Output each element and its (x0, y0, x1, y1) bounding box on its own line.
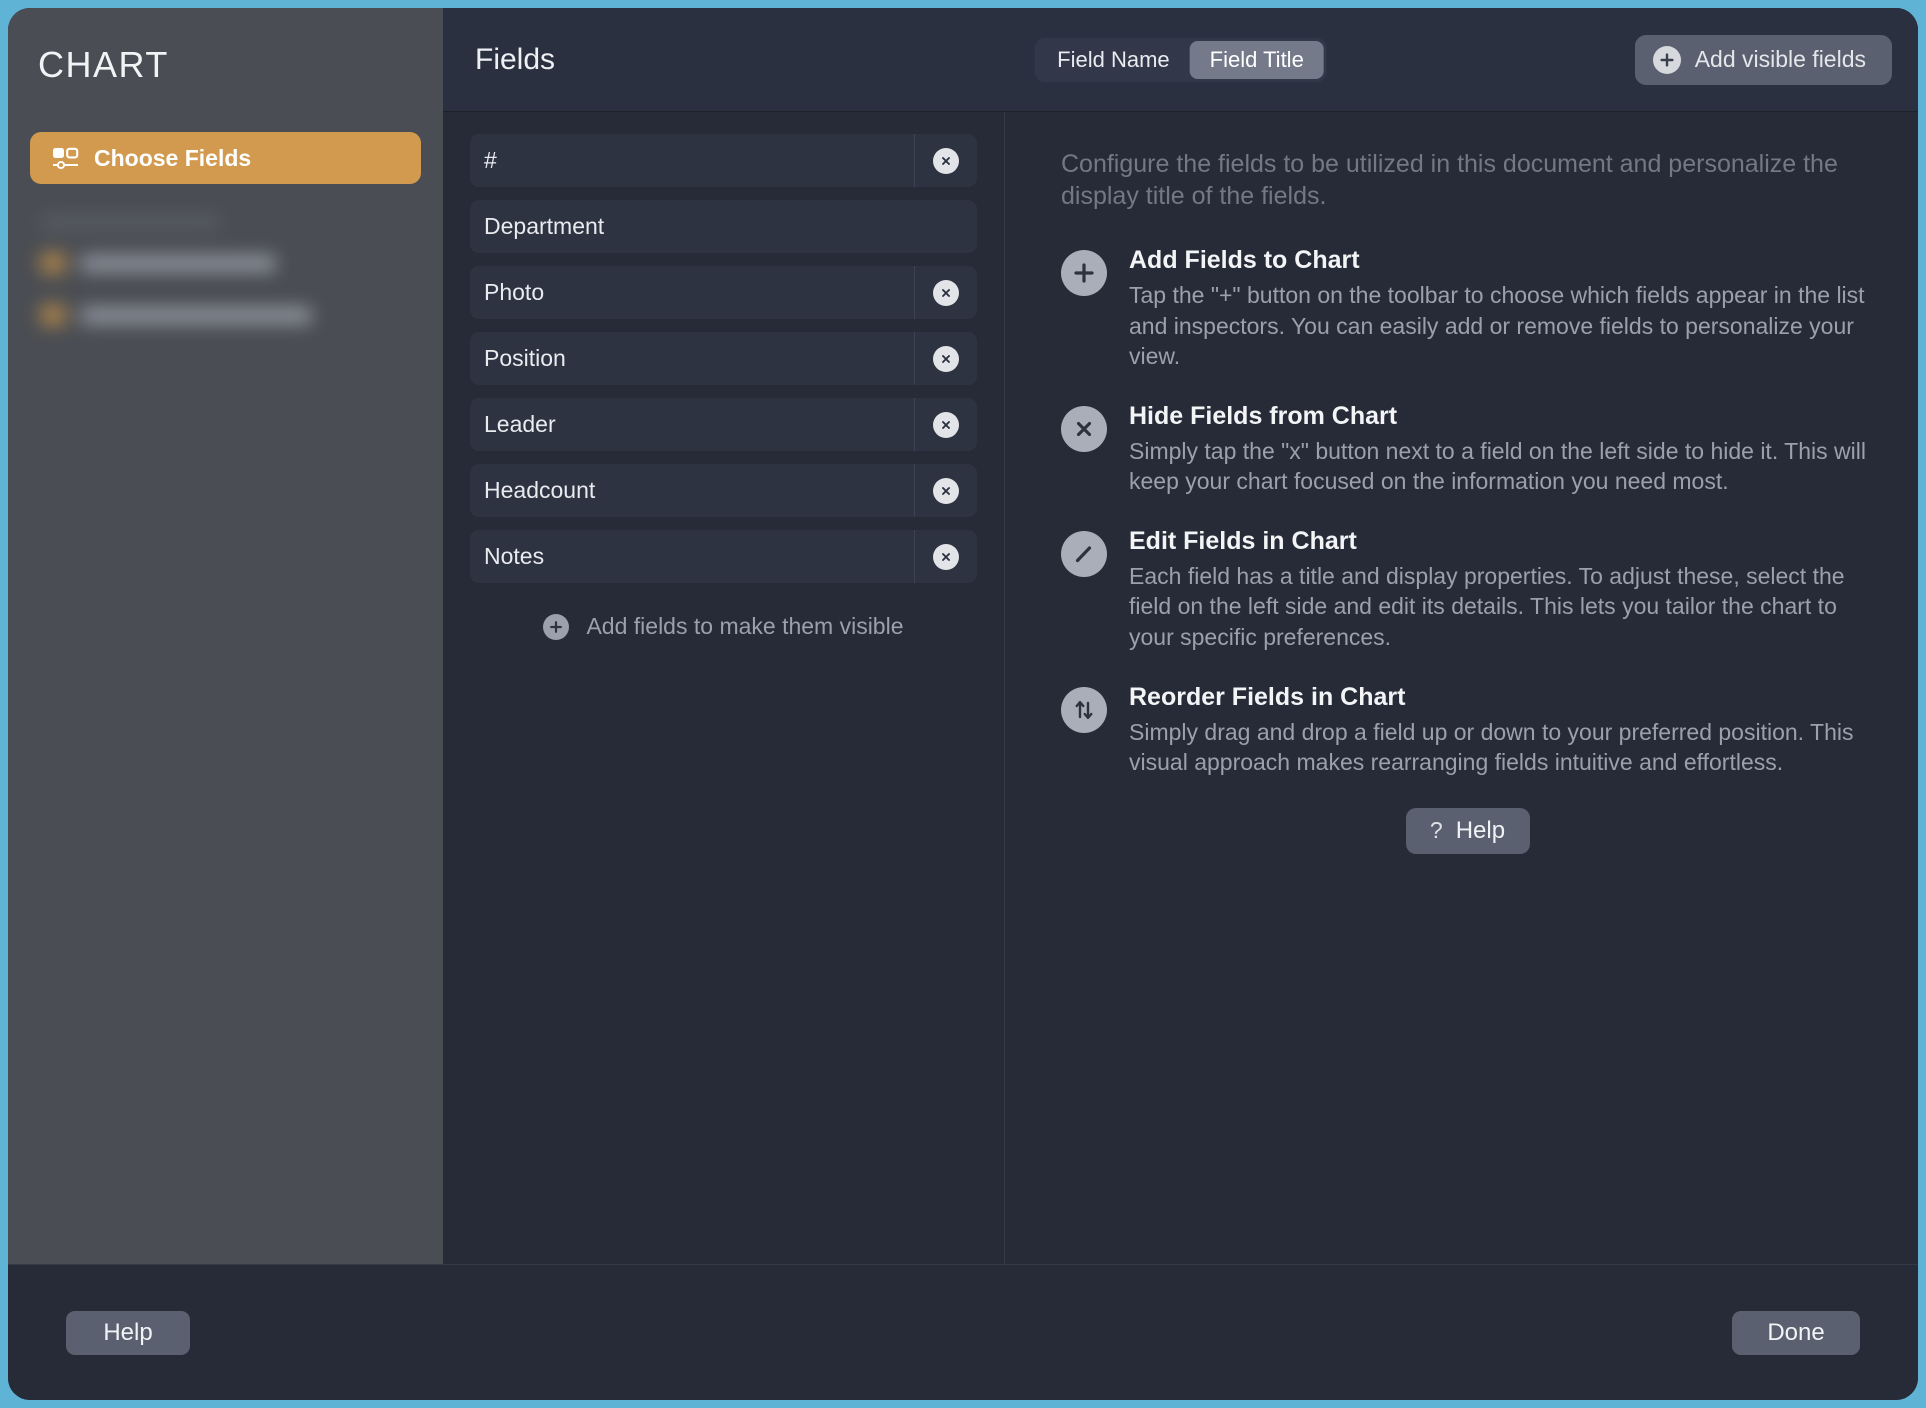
close-x-icon (933, 279, 959, 306)
info-item-description: Each field has a title and display prope… (1129, 562, 1845, 651)
field-row[interactable]: Headcount (470, 464, 977, 517)
info-item-edit-fields: Edit Fields in Chart Each field has a ti… (1061, 527, 1874, 653)
sidebar-app-title: CHART (38, 44, 169, 85)
circle-plus-icon (1652, 45, 1681, 74)
field-row-title: Department (484, 213, 605, 239)
info-item-description: Simply tap the "x" button next to a fiel… (1129, 437, 1866, 495)
panel-header: Fields Field Name Field Title Add visibl… (443, 8, 1918, 112)
panel-content: # Department Photo Position Leader Headc… (443, 112, 1918, 1264)
dialog-body: CHART Choose Fields Fields Field Name Fi… (8, 8, 1918, 1264)
help-button-label: Help (1455, 816, 1506, 844)
hide-field-button[interactable] (914, 266, 977, 319)
hide-field-button[interactable] (914, 332, 977, 385)
add-visible-fields-label: Add visible fields (1694, 46, 1866, 72)
fields-list-panel: # Department Photo Position Leader Headc… (443, 112, 1005, 1264)
tab-field-name[interactable]: Field Name (1037, 41, 1189, 79)
field-row[interactable]: Photo (470, 266, 977, 319)
page-title: Fields (475, 42, 556, 76)
circle-plus-icon (543, 613, 570, 640)
field-row-title: Position (484, 345, 566, 371)
close-x-icon (933, 345, 959, 372)
hide-field-button[interactable] (914, 134, 977, 187)
field-row[interactable]: # (470, 134, 977, 187)
blurred-item-label (80, 254, 276, 272)
fields-dialog-window: CHART Choose Fields Fields Field Name Fi… (8, 8, 1918, 1400)
choose-fields-label: Choose Fields (94, 144, 252, 171)
info-item-reorder-fields: Reorder Fields in Chart Simply drag and … (1061, 683, 1874, 778)
info-item-title: Reorder Fields in Chart (1129, 682, 1406, 711)
close-x-icon (1061, 405, 1107, 452)
close-x-icon (933, 477, 959, 504)
help-button[interactable]: ? Help (1405, 807, 1530, 854)
field-row[interactable]: Leader (470, 398, 977, 451)
info-item-hide-fields: Hide Fields from Chart Simply tap the "x… (1061, 402, 1874, 497)
blurred-item-label (80, 306, 312, 324)
field-row-title: Leader (484, 411, 556, 437)
field-row[interactable]: Department (470, 200, 977, 253)
field-label-mode-segmented-control[interactable]: Field Name Field Title (1034, 37, 1327, 82)
info-item-title: Add Fields to Chart (1129, 246, 1360, 274)
hide-field-button[interactable] (914, 530, 977, 583)
blurred-list-item (30, 252, 421, 274)
add-visible-fields-button[interactable]: Add visible fields (1634, 34, 1892, 85)
blurred-list-item (30, 304, 421, 326)
dialog-footer: Help Done (8, 1264, 1918, 1400)
pencil-icon (1061, 530, 1107, 577)
sidebar: CHART Choose Fields (8, 8, 443, 1264)
field-row-title: Photo (484, 279, 545, 305)
done-button[interactable]: Done (1732, 1310, 1860, 1355)
info-panel: Configure the fields to be utilized in t… (1005, 112, 1918, 1264)
main-column: Fields Field Name Field Title Add visibl… (443, 8, 1918, 1264)
sidebar-item-choose-fields[interactable]: Choose Fields (30, 132, 421, 184)
blurred-section-header (40, 214, 220, 230)
hide-field-button[interactable] (914, 398, 977, 451)
field-row-title: # (484, 147, 497, 173)
add-fields-hint-label: Add fields to make them visible (586, 613, 904, 639)
plus-icon (1061, 250, 1107, 296)
blurred-item-icon (40, 252, 66, 274)
field-row[interactable]: Notes (470, 530, 977, 583)
close-x-icon (933, 147, 959, 174)
info-item-description: Tap the "+" button on the toolbar to cho… (1129, 282, 1865, 370)
blurred-item-icon (40, 304, 66, 326)
info-intro-text: Configure the fields to be utilized in t… (1061, 150, 1838, 210)
hide-field-button[interactable] (914, 464, 977, 517)
field-row-title: Notes (484, 543, 545, 569)
tab-field-title[interactable]: Field Title (1189, 40, 1324, 79)
field-row[interactable]: Position (470, 332, 977, 385)
close-x-icon (933, 411, 959, 438)
add-fields-to-make-visible-button[interactable]: Add fields to make them visible (470, 613, 977, 640)
info-item-description: Simply drag and drop a field up or down … (1129, 718, 1854, 776)
question-mark-icon: ? (1429, 817, 1443, 844)
sort-updown-icon (1061, 686, 1107, 733)
close-x-icon (933, 543, 959, 570)
info-item-title: Edit Fields in Chart (1129, 526, 1357, 555)
info-item-title: Hide Fields from Chart (1129, 401, 1398, 430)
info-item-add-fields: Add Fields to Chart Tap the "+" button o… (1061, 246, 1874, 372)
footer-help-button[interactable]: Help (66, 1310, 190, 1355)
fields-layout-icon (52, 146, 80, 170)
field-row-title: Headcount (484, 477, 596, 503)
sidebar-blurred-section (8, 214, 443, 326)
